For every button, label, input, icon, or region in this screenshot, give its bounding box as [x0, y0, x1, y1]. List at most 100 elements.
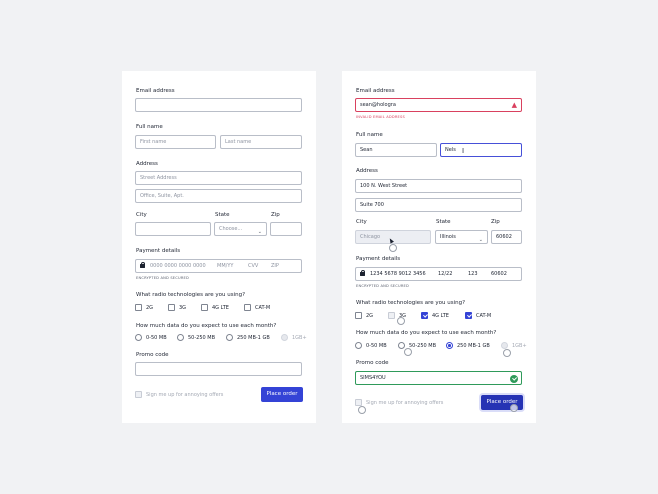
tech-checkbox-4g-lte[interactable]: 4G LTE — [201, 304, 229, 311]
street-address-field[interactable]: 100 N. West Street — [355, 179, 522, 193]
promo-label: Promo code — [136, 352, 169, 358]
zip-label: Zip — [491, 219, 500, 225]
lock-icon — [140, 261, 146, 268]
promo-label: Promo code — [356, 360, 389, 366]
signup-checkbox[interactable]: Sign me up for annoying offers — [355, 399, 443, 406]
full-name-label: Full name — [356, 132, 383, 138]
tech-checkbox-2g[interactable]: 2G — [135, 304, 153, 311]
checkbox[interactable] — [355, 312, 362, 319]
cursor-icon — [404, 348, 412, 356]
first-name-field[interactable]: Sean — [355, 143, 437, 157]
left-form-card: Email address Full name First name Last … — [122, 71, 316, 423]
checkbox[interactable] — [135, 304, 142, 311]
first-name-field[interactable]: First name — [135, 135, 216, 149]
state-select-value: Illinois — [440, 234, 456, 240]
check-circle-icon — [510, 374, 518, 383]
payment-hint: ENCRYPTED AND SECURED — [136, 276, 189, 280]
checkbox[interactable] — [244, 304, 251, 311]
chevron-down-icon: ⌄ — [257, 229, 262, 235]
cursor-icon — [389, 244, 397, 252]
radio[interactable] — [177, 334, 184, 341]
tech-checkbox-3g[interactable]: 3G — [168, 304, 186, 311]
text-cursor-icon: I — [462, 147, 465, 155]
email-value: sean@hologra — [360, 102, 396, 108]
zip-field[interactable] — [270, 222, 302, 236]
data-radio-1gb-plus[interactable]: 1GB+ — [281, 334, 307, 341]
email-field[interactable]: sean@hologra ▲ — [355, 98, 522, 112]
address-label: Address — [136, 161, 158, 167]
place-order-button[interactable]: Place order — [261, 387, 303, 402]
right-form-card: Email address sean@hologra ▲ INVALID EMA… — [342, 71, 536, 423]
email-label: Email address — [136, 88, 175, 94]
checkbox[interactable] — [201, 304, 208, 311]
radio[interactable] — [446, 342, 453, 349]
expiry-input[interactable]: MM/YY — [217, 260, 233, 272]
email-field[interactable] — [135, 98, 302, 112]
promo-field[interactable]: SIMS4YOU — [355, 371, 522, 385]
cursor-icon — [510, 404, 518, 412]
payment-card-field[interactable]: 1234 5678 9012 3456 12/22 123 60602 — [355, 267, 522, 281]
card-number-input[interactable]: 1234 5678 9012 3456 — [370, 268, 426, 280]
checkbox[interactable] — [421, 312, 428, 319]
state-label: State — [215, 212, 230, 218]
full-name-label: Full name — [136, 124, 163, 130]
data-radio-50-250[interactable]: 50-250 MB — [398, 342, 436, 349]
expiry-input[interactable]: 12/22 — [438, 268, 452, 280]
radio-tech-question: What radio technologies are you using? — [356, 300, 466, 306]
tech-checkbox-2g[interactable]: 2G — [355, 312, 373, 319]
payment-card-field[interactable]: 0000 0000 0000 0000 MM/YY CVV ZIP — [135, 259, 302, 273]
suite-field[interactable]: Suite 700 — [355, 198, 522, 212]
suite-field[interactable]: Office, Suite, Apt. — [135, 189, 302, 203]
tech-checkbox-cat-m[interactable]: CAT-M — [244, 304, 270, 311]
billing-zip-input[interactable]: 60602 — [491, 268, 507, 280]
zip-field[interactable]: 60602 — [491, 230, 522, 244]
warning-icon: ▲ — [511, 101, 517, 109]
cvv-input[interactable]: CVV — [248, 260, 258, 272]
lock-icon — [360, 269, 366, 276]
address-label: Address — [356, 168, 378, 174]
data-radio-0-50[interactable]: 0-50 MB — [355, 342, 387, 349]
state-select[interactable]: Choose... ⌄ — [214, 222, 267, 236]
checkbox[interactable] — [388, 312, 395, 319]
data-radio-50-250[interactable]: 50-250 MB — [177, 334, 215, 341]
radio[interactable] — [398, 342, 405, 349]
city-field[interactable] — [135, 222, 211, 236]
checkbox[interactable] — [465, 312, 472, 319]
promo-field[interactable] — [135, 362, 302, 376]
data-radio-1gb-plus[interactable]: 1GB+ — [501, 342, 527, 349]
data-radio-250-1gb[interactable]: 250 MB-1 GB — [446, 342, 490, 349]
billing-zip-input[interactable]: ZIP — [271, 260, 279, 272]
promo-value: SIMS4YOU — [360, 375, 386, 381]
checkbox[interactable] — [355, 399, 362, 406]
card-number-input[interactable]: 0000 0000 0000 0000 — [150, 260, 206, 272]
cursor-icon — [397, 317, 405, 325]
city-label: City — [356, 219, 367, 225]
data-usage-question: How much data do you expect to use each … — [356, 330, 497, 336]
payment-label: Payment details — [136, 248, 181, 254]
checkbox[interactable] — [135, 391, 142, 398]
tech-checkbox-4g-lte[interactable]: 4G LTE — [421, 312, 449, 319]
radio[interactable] — [355, 342, 362, 349]
signup-checkbox[interactable]: Sign me up for annoying offers — [135, 391, 223, 398]
radio[interactable] — [135, 334, 142, 341]
data-radio-250-1gb[interactable]: 250 MB-1 GB — [226, 334, 270, 341]
state-label: State — [436, 219, 451, 225]
last-name-field[interactable]: Last name — [220, 135, 302, 149]
checkbox[interactable] — [168, 304, 175, 311]
tech-checkbox-cat-m[interactable]: CAT-M — [465, 312, 491, 319]
data-usage-question: How much data do you expect to use each … — [136, 323, 277, 329]
radio[interactable] — [501, 342, 508, 349]
state-select-value: Choose... — [219, 226, 243, 232]
zip-label: Zip — [271, 212, 280, 218]
email-label: Email address — [356, 88, 395, 94]
data-radio-0-50[interactable]: 0-50 MB — [135, 334, 167, 341]
cvv-input[interactable]: 123 — [468, 268, 478, 280]
radio[interactable] — [281, 334, 288, 341]
last-name-field[interactable]: Nels — [440, 143, 522, 157]
city-label: City — [136, 212, 147, 218]
street-address-field[interactable]: Street Address — [135, 171, 302, 185]
radio[interactable] — [226, 334, 233, 341]
cursor-icon — [358, 406, 366, 414]
state-select[interactable]: Illinois ⌄ — [435, 230, 488, 244]
email-error: INVALID EMAIL ADDRESS — [356, 115, 405, 119]
